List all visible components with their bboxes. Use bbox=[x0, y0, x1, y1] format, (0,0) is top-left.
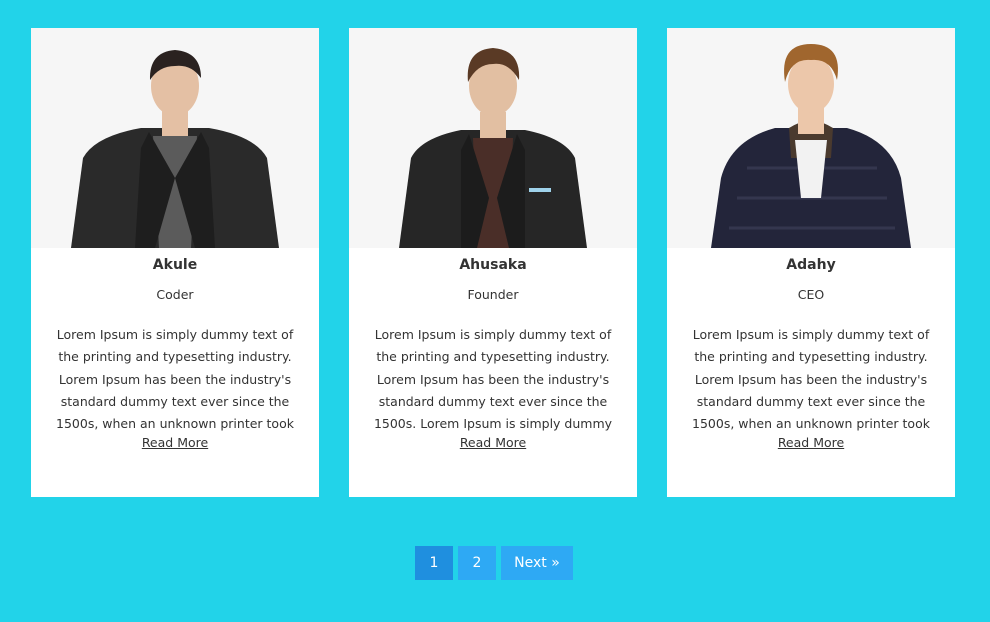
person-image bbox=[71, 50, 279, 248]
member-name: Akule bbox=[152, 257, 198, 273]
team-card: Adahy CEO Lorem Ipsum is simply dummy te… bbox=[667, 28, 955, 497]
pagination: 1 2 Next » bbox=[415, 546, 573, 580]
read-more-link[interactable]: Read More bbox=[667, 435, 955, 450]
member-name: Adahy bbox=[786, 257, 836, 273]
team-card: Ahusaka Founder Lorem Ipsum is simply du… bbox=[349, 28, 637, 497]
member-description: Lorem Ipsum is simply dummy text of the … bbox=[692, 327, 930, 432]
page-1-button[interactable]: 1 bbox=[415, 546, 453, 580]
person-image bbox=[711, 44, 911, 248]
member-role: CEO bbox=[797, 287, 825, 302]
member-photo bbox=[349, 28, 637, 248]
next-page-button[interactable]: Next » bbox=[501, 546, 573, 580]
member-role: Founder bbox=[467, 287, 519, 302]
member-role: Coder bbox=[156, 287, 194, 302]
member-description: Lorem Ipsum is simply dummy text of the … bbox=[56, 327, 294, 432]
member-photo bbox=[667, 28, 955, 248]
team-cards: Akule Coder Lorem Ipsum is simply dummy … bbox=[31, 28, 955, 497]
read-more-link[interactable]: Read More bbox=[31, 435, 319, 450]
team-card: Akule Coder Lorem Ipsum is simply dummy … bbox=[31, 28, 319, 497]
member-description: Lorem Ipsum is simply dummy text of the … bbox=[373, 327, 613, 432]
member-photo bbox=[31, 28, 319, 248]
page-2-button[interactable]: 2 bbox=[458, 546, 496, 580]
read-more-link[interactable]: Read More bbox=[349, 435, 637, 450]
person-image bbox=[399, 48, 587, 248]
member-name: Ahusaka bbox=[459, 257, 527, 273]
